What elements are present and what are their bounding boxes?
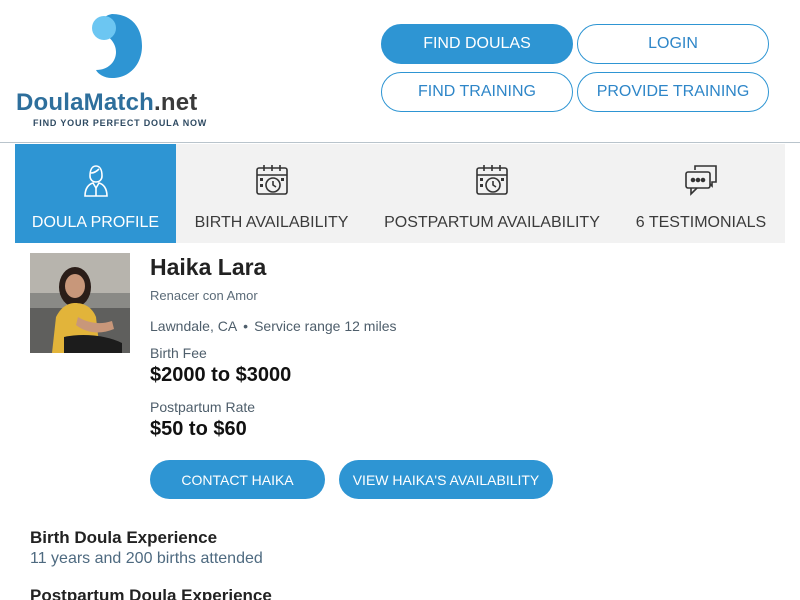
- find-training-button[interactable]: FIND TRAINING: [381, 72, 573, 112]
- logo-brand-main: DoulaMatch: [16, 89, 155, 116]
- birth-experience-text: 11 years and 200 births attended: [30, 550, 263, 567]
- doula-person-icon: [83, 165, 108, 197]
- provide-training-button[interactable]: PROVIDE TRAINING: [577, 72, 769, 112]
- site-header: DoulaMatch.net FIND YOUR PERFECT DOULA N…: [0, 0, 800, 143]
- contact-doula-button[interactable]: CONTACT HAIKA: [150, 460, 325, 499]
- tab-label: 6 TESTIMONIALS: [635, 214, 767, 231]
- postpartum-experience-title: Postpartum Doula Experience: [30, 586, 272, 600]
- location-line: Lawndale, CA • Service range 12 miles: [150, 318, 396, 334]
- view-availability-button[interactable]: VIEW HAIKA'S AVAILABILITY: [339, 460, 553, 499]
- chat-bubbles-icon: [685, 165, 717, 196]
- tab-birth-availability[interactable]: BIRTH AVAILABILITY: [176, 144, 367, 243]
- calendar-clock-icon: [255, 165, 288, 195]
- birth-fee-value: $2000 to $3000: [150, 364, 292, 386]
- service-range: Service range 12 miles: [254, 318, 397, 334]
- postpartum-rate-value: $50 to $60: [150, 418, 247, 440]
- tab-label: DOULA PROFILE: [31, 214, 160, 231]
- profile-tabs: DOULA PROFILE BIRTH AVAILABILITY POSTPAR…: [15, 144, 785, 243]
- tab-postpartum-availability[interactable]: POSTPARTUM AVAILABILITY: [367, 144, 617, 243]
- business-name: Renacer con Amor: [150, 288, 258, 303]
- logo-drop-icon: [92, 14, 142, 78]
- tab-label: POSTPARTUM AVAILABILITY: [384, 214, 600, 231]
- birth-fee-label: Birth Fee: [150, 345, 207, 361]
- doula-photo: [30, 253, 130, 353]
- birth-experience-title: Birth Doula Experience: [30, 528, 218, 547]
- calendar-clock-icon: [476, 165, 508, 195]
- tab-label: BIRTH AVAILABILITY: [194, 214, 349, 231]
- tab-doula-profile[interactable]: DOULA PROFILE: [15, 144, 176, 243]
- logo-wordmark: DoulaMatch.net: [16, 89, 197, 117]
- logo-tagline: FIND YOUR PERFECT DOULA NOW: [33, 118, 208, 128]
- doula-city: Lawndale, CA: [150, 318, 238, 334]
- logo-brand-suffix: .net: [154, 89, 198, 116]
- postpartum-rate-label: Postpartum Rate: [150, 399, 256, 415]
- tab-testimonials[interactable]: 6 TESTIMONIALS: [617, 144, 785, 243]
- bullet-separator: •: [243, 318, 249, 334]
- login-button[interactable]: LOGIN: [577, 24, 769, 64]
- site-logo[interactable]: DoulaMatch.net FIND YOUR PERFECT DOULA N…: [16, 12, 226, 132]
- doula-name: Haika Lara: [150, 254, 267, 280]
- doula-portrait-image: [30, 253, 130, 353]
- find-doulas-button[interactable]: FIND DOULAS: [381, 24, 573, 64]
